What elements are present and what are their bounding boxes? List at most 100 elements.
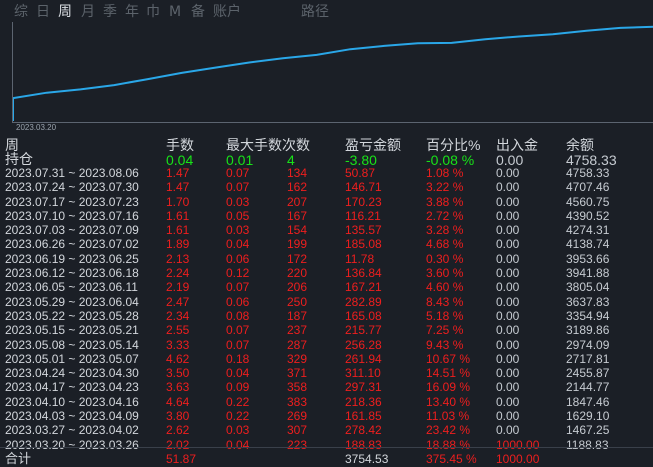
tab-yearly[interactable]: 年 xyxy=(125,3,139,21)
table-row[interactable]: 2023.03.27 ~ 2023.04.02 2.62 0.03 307 278.42… xyxy=(0,423,653,437)
table-row[interactable]: 2023.05.29 ~ 2023.06.04 2.47 0.06 250 282.89… xyxy=(0,295,653,309)
row-pnl: 11.78 xyxy=(345,251,375,266)
tab-m[interactable]: M xyxy=(169,3,181,21)
holding-row[interactable]: 持仓 0.04 0.01 4 -3.80 -0.08 % 0.00 4758.3… xyxy=(0,151,653,168)
row-count: 383 xyxy=(287,394,308,409)
row-max-lots: 0.07 xyxy=(226,180,250,195)
row-balance: 4758.33 xyxy=(566,166,610,180)
row-max-lots: 0.07 xyxy=(226,280,250,295)
row-pnl: 297.31 xyxy=(345,380,382,395)
tab-quarterly[interactable]: 季 xyxy=(103,3,117,21)
table-row[interactable]: 2023.07.17 ~ 2023.07.23 1.70 0.03 207 170.23… xyxy=(0,195,653,209)
tab-summary[interactable]: 综 xyxy=(14,3,28,21)
row-lots: 4.64 xyxy=(166,394,190,409)
row-count: 167 xyxy=(287,208,308,223)
row-percent: 3.22 % xyxy=(426,180,464,195)
row-pnl: 165.08 xyxy=(345,308,382,323)
row-week: 2023.04.10 ~ 2023.04.16 xyxy=(5,394,139,409)
row-lots: 2.62 xyxy=(166,423,190,438)
row-count: 199 xyxy=(287,237,308,252)
table-row[interactable]: 2023.07.03 ~ 2023.07.09 1.61 0.03 154 135.57… xyxy=(0,223,653,237)
row-week: 2023.05.01 ~ 2023.05.07 xyxy=(5,351,139,366)
row-percent: 10.67 % xyxy=(426,351,471,366)
row-pnl: 170.23 xyxy=(345,194,382,209)
row-pnl: 278.42 xyxy=(345,423,382,438)
row-balance: 3941.88 xyxy=(566,266,610,281)
table-row[interactable]: 2023.03.20 ~ 2023.03.26 2.02 0.04 223 188.83… xyxy=(0,438,653,452)
row-lots: 1.70 xyxy=(166,194,190,209)
row-count: 250 xyxy=(287,294,308,309)
row-percent: 4.60 % xyxy=(426,280,464,295)
row-balance: 3189.86 xyxy=(566,323,610,338)
row-week: 2023.05.29 ~ 2023.06.04 xyxy=(5,294,139,309)
table-row[interactable]: 2023.07.10 ~ 2023.07.16 1.61 0.05 167 116.21… xyxy=(0,209,653,223)
table-row[interactable]: 2023.06.19 ~ 2023.06.25 2.13 0.06 172 11.78 0… xyxy=(0,252,653,266)
row-week: 2023.07.10 ~ 2023.07.16 xyxy=(5,208,139,223)
row-count: 358 xyxy=(287,380,308,395)
row-in-out: 0.00 xyxy=(496,366,520,381)
table-row[interactable]: 2023.06.12 ~ 2023.06.18 2.24 0.12 220 136.84… xyxy=(0,266,653,280)
row-pnl: 188.83 xyxy=(345,437,382,452)
row-in-out: 0.00 xyxy=(496,351,520,366)
row-pnl: 215.77 xyxy=(345,323,382,338)
row-week: 2023.04.17 ~ 2023.04.23 xyxy=(5,380,139,395)
row-count: 220 xyxy=(287,266,308,281)
row-max-lots: 0.03 xyxy=(226,423,250,438)
row-lots: 3.50 xyxy=(166,366,190,381)
tab-currency[interactable]: 巾 xyxy=(146,3,160,21)
row-in-out: 0.00 xyxy=(496,280,520,295)
row-pnl: 261.94 xyxy=(345,351,382,366)
table-row[interactable]: 2023.06.26 ~ 2023.07.02 1.89 0.04 199 185.08… xyxy=(0,237,653,251)
row-balance: 2144.77 xyxy=(566,380,610,395)
row-percent: 3.88 % xyxy=(426,194,464,209)
row-in-out: 0.00 xyxy=(496,180,520,195)
tab-daily[interactable]: 日 xyxy=(36,3,50,21)
row-week: 2023.07.03 ~ 2023.07.09 xyxy=(5,223,139,238)
row-percent: 1.08 % xyxy=(426,166,464,180)
tab-path[interactable]: 路径 xyxy=(301,3,329,21)
row-lots: 1.47 xyxy=(166,180,190,195)
row-balance: 3805.04 xyxy=(566,280,610,295)
row-pnl: 185.08 xyxy=(345,237,382,252)
row-percent: 11.03 % xyxy=(426,409,470,424)
tab-notes[interactable]: 备 xyxy=(191,3,205,21)
row-in-out: 0.00 xyxy=(496,308,520,323)
row-max-lots: 0.04 xyxy=(226,366,250,381)
table-row[interactable]: 2023.05.08 ~ 2023.05.14 3.33 0.07 287 256.28… xyxy=(0,338,653,352)
row-lots: 2.34 xyxy=(166,308,190,323)
table-row[interactable]: 2023.05.01 ~ 2023.05.07 4.62 0.18 329 261.94… xyxy=(0,352,653,366)
table-row[interactable]: 2023.06.05 ~ 2023.06.11 2.19 0.07 206 167.21… xyxy=(0,280,653,294)
row-in-out: 0.00 xyxy=(496,266,520,281)
tab-account[interactable]: 账户 xyxy=(213,3,241,21)
table-row[interactable]: 2023.07.24 ~ 2023.07.30 1.47 0.07 162 146.71… xyxy=(0,180,653,194)
table-row[interactable]: 2023.04.03 ~ 2023.04.09 3.80 0.22 269 161.85… xyxy=(0,409,653,423)
row-in-out: 0.00 xyxy=(496,194,520,209)
row-balance: 2974.09 xyxy=(566,337,610,352)
row-max-lots: 0.09 xyxy=(226,380,250,395)
row-in-out: 0.00 xyxy=(496,394,520,409)
table-row[interactable]: 2023.05.22 ~ 2023.05.28 2.34 0.08 187 165.08… xyxy=(0,309,653,323)
row-count: 329 xyxy=(287,351,308,366)
row-percent: 4.68 % xyxy=(426,237,464,252)
row-max-lots: 0.12 xyxy=(226,266,250,281)
row-lots: 1.61 xyxy=(166,208,190,223)
row-balance: 4390.52 xyxy=(566,208,610,223)
row-percent: 14.51 % xyxy=(426,366,471,381)
row-max-lots: 0.06 xyxy=(226,294,250,309)
row-count: 134 xyxy=(287,166,308,180)
tab-monthly[interactable]: 月 xyxy=(81,3,95,21)
row-pnl: 135.57 xyxy=(345,223,382,238)
row-max-lots: 0.06 xyxy=(226,251,250,266)
row-week: 2023.07.24 ~ 2023.07.30 xyxy=(5,180,139,195)
table-row[interactable]: 2023.05.15 ~ 2023.05.21 2.55 0.07 237 215.77… xyxy=(0,323,653,337)
table-row[interactable]: 2023.04.24 ~ 2023.04.30 3.50 0.04 371 311.10… xyxy=(0,366,653,380)
table-row[interactable]: 2023.04.10 ~ 2023.04.16 4.64 0.22 383 218.36… xyxy=(0,395,653,409)
table-row[interactable]: 2023.04.17 ~ 2023.04.23 3.63 0.09 358 297.31… xyxy=(0,380,653,394)
row-percent: 3.28 % xyxy=(426,223,464,238)
row-in-out: 0.00 xyxy=(496,380,520,395)
tab-weekly[interactable]: 周 xyxy=(58,3,72,21)
row-pnl: 167.21 xyxy=(345,280,382,295)
table-row[interactable]: 2023.07.31 ~ 2023.08.06 1.47 0.07 134 50.87 1… xyxy=(0,166,653,180)
row-in-out: 0.00 xyxy=(496,323,520,338)
row-pnl: 161.85 xyxy=(345,409,382,424)
